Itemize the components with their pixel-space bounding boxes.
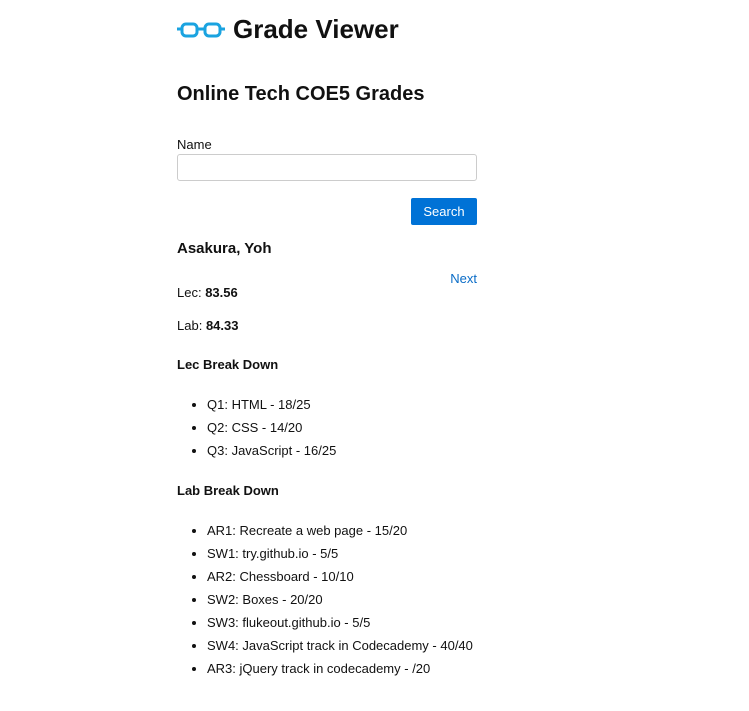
lec-grade: Lec: 83.56 xyxy=(177,285,238,300)
lab-grade-label: Lab: xyxy=(177,318,203,333)
next-link[interactable]: Next xyxy=(450,271,477,286)
lab-breakdown-list: AR1: Recreate a web page - 15/20 SW1: tr… xyxy=(177,523,473,684)
lec-grade-value: 83.56 xyxy=(205,285,238,300)
list-item: AR1: Recreate a web page - 15/20 xyxy=(207,523,473,546)
list-item: AR3: jQuery track in codecademy - /20 xyxy=(207,661,473,684)
glasses-icon xyxy=(177,20,225,40)
lab-grade: Lab: 84.33 xyxy=(177,318,238,333)
list-item: SW3: flukeout.github.io - 5/5 xyxy=(207,615,473,638)
lec-breakdown-list: Q1: HTML - 18/25 Q2: CSS - 14/20 Q3: Jav… xyxy=(177,397,336,466)
lec-grade-label: Lec: xyxy=(177,285,202,300)
page-title: Online Tech COE5 Grades xyxy=(177,83,425,105)
lec-breakdown-heading: Lec Break Down xyxy=(177,357,279,372)
list-item: SW2: Boxes - 20/20 xyxy=(207,592,473,615)
list-item: Q3: JavaScript - 16/25 xyxy=(207,443,336,466)
list-item: SW1: try.github.io - 5/5 xyxy=(207,546,473,569)
lab-breakdown-heading: Lab Break Down xyxy=(177,483,279,498)
list-item: Q1: HTML - 18/25 xyxy=(207,397,336,420)
brand: Grade Viewer xyxy=(177,14,399,45)
list-item: Q2: CSS - 14/20 xyxy=(207,420,336,443)
lab-grade-value: 84.33 xyxy=(205,318,239,333)
student-name: Asakura, Yoh xyxy=(177,240,272,257)
search-button[interactable]: Search xyxy=(411,198,477,225)
name-input[interactable] xyxy=(177,154,477,181)
app-title: Grade Viewer xyxy=(233,14,399,44)
name-label: Name xyxy=(177,137,212,152)
list-item: SW4: JavaScript track in Codecademy - 40… xyxy=(207,638,473,661)
list-item: AR2: Chessboard - 10/10 xyxy=(207,569,473,592)
